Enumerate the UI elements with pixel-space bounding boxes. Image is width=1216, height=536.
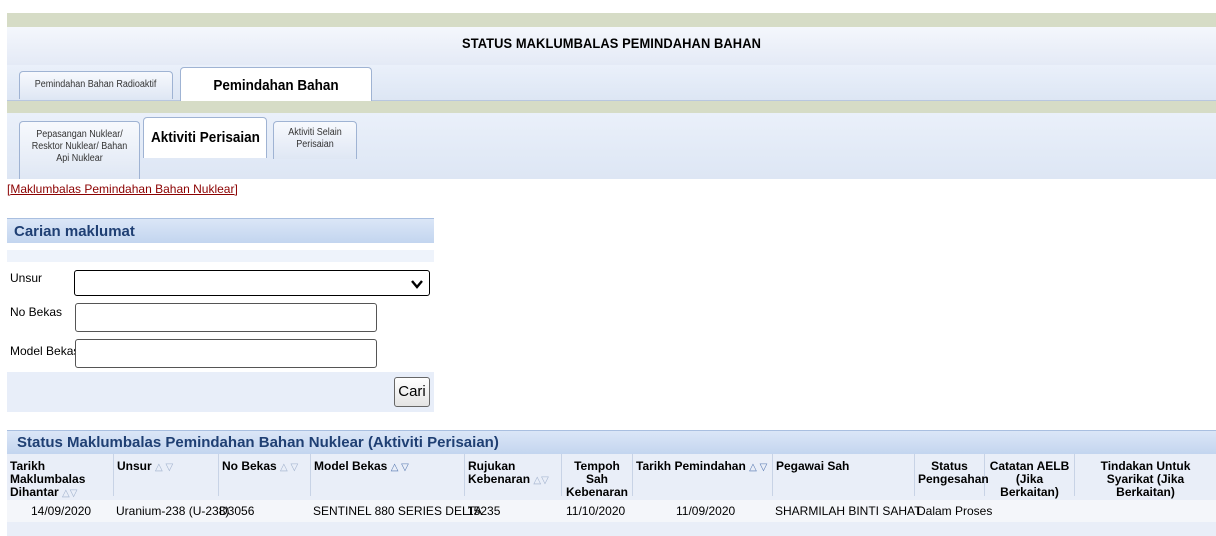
form-strip — [7, 250, 434, 262]
cell-rujukan-kebenaran: 15235 — [467, 504, 501, 518]
cell-tarikh-pemindahan: 11/09/2020 — [676, 504, 736, 518]
results-table-header: Tarikh Maklumbalas Dihantar △▽ Unsur △ ▽… — [7, 454, 1216, 504]
tab-aktiviti-selain-perisaian[interactable]: Aktiviti Selain Perisaian — [273, 121, 357, 159]
sort-arrows-icon: △ ▽ — [390, 462, 409, 473]
column-header-label: Catatan AELB (Jika Berkaitan) — [989, 459, 1070, 499]
column-header-label: No Bekas — [222, 459, 277, 473]
breadcrumb-close: ] — [234, 182, 238, 196]
column-header-label: Model Bekas — [314, 459, 388, 473]
cell-tempoh-sah: 11/10/2020 — [566, 504, 626, 518]
search-panel-title: Carian maklumat — [7, 218, 434, 243]
cell-unsur: Uranium-238 (U-238) — [116, 504, 230, 518]
sort-arrows-icon: △▽ — [62, 488, 78, 499]
sort-arrows-icon: △ ▽ — [749, 462, 768, 473]
column-header-tarikh-maklumbalas[interactable]: Tarikh Maklumbalas Dihantar △▽ — [7, 454, 114, 499]
tab-pemindahan-bahan-nuklear[interactable]: Pemindahan Bahan Nuklear — [180, 67, 372, 130]
column-header-pegawai-sah: Pegawai Sah — [773, 454, 915, 496]
column-header-no-bekas[interactable]: No Bekas △ ▽ — [219, 454, 311, 496]
cell-status-pengesahan: Dalam Proses — [917, 504, 993, 518]
column-header-catatan-aelb: Catatan AELB (Jika Berkaitan) — [985, 454, 1075, 499]
column-header-label: Status Pengesahan — [918, 459, 989, 486]
sort-arrows-icon: △ ▽ — [280, 462, 299, 473]
column-header-rujukan-kebenaran[interactable]: Rujukan Kebenaran △▽ — [465, 454, 562, 496]
breadcrumb-link[interactable]: Maklumbalas Pemindahan Bahan Nuklear — [10, 182, 234, 196]
cell-model-bekas: SENTINEL 880 SERIES DELTA — [313, 504, 483, 518]
column-header-label: Pegawai Sah — [776, 459, 850, 473]
column-header-tindakan-syarikat: Tindakan Untuk Syarikat (Jika Berkaitan) — [1075, 454, 1216, 499]
page-title: STATUS MAKLUMBALAS PEMINDAHAN BAHAN — [462, 35, 761, 51]
sort-arrows-icon: △▽ — [533, 475, 549, 486]
cell-pegawai-sah: SHARMILAH BINTI SAHAT — [775, 504, 922, 518]
tab-aktiviti-perisaian[interactable]: Aktiviti Perisaian — [143, 117, 267, 158]
title-band: STATUS MAKLUMBALAS PEMINDAHAN BAHAN — [7, 27, 1216, 65]
unsur-select[interactable] — [74, 270, 430, 296]
cell-no-bekas: D3056 — [219, 504, 255, 518]
column-header-label: Rujukan Kebenaran — [468, 459, 531, 486]
column-header-label: Tarikh Pemindahan — [636, 459, 746, 473]
tab-pemindahan-bahan-radioaktif[interactable]: Pemindahan Bahan Radioaktif — [19, 71, 173, 99]
no-bekas-input[interactable] — [75, 303, 377, 332]
tab-label: Pemindahan Bahan Radioaktif — [35, 79, 157, 90]
column-header-tempoh-sah: Tempoh Sah Kebenaran — [562, 454, 633, 499]
model-bekas-label: Model Bekas — [10, 344, 80, 358]
tab-label: Aktiviti Perisaian — [150, 129, 260, 146]
unsur-label: Unsur — [10, 271, 43, 285]
column-header-label: Unsur — [117, 459, 152, 473]
tab-label: Pepasangan Nuklear/ Resktor Nuklear/ Bah… — [31, 129, 128, 164]
tab-pepasangan-nuklear[interactable]: Pepasangan Nuklear/ Resktor Nuklear/ Bah… — [19, 121, 140, 179]
tab-separator — [7, 101, 1216, 113]
cell-tarikh-maklumbalas: 14/09/2020 — [31, 504, 92, 518]
cari-button[interactable]: Cari — [394, 377, 430, 407]
table-row[interactable]: 14/09/2020 Uranium-238 (U-238) D3056 SEN… — [7, 500, 1216, 522]
breadcrumb: [Maklumbalas Pemindahan Bahan Nuklear] — [7, 182, 238, 196]
tab-label: Aktiviti Selain Perisaian — [288, 127, 342, 150]
form-footer — [7, 372, 434, 412]
sort-arrows-icon: △ ▽ — [155, 462, 174, 473]
column-header-status-pengesahan: Status Pengesahan — [915, 454, 989, 496]
chevron-down-icon — [411, 276, 423, 292]
model-bekas-input[interactable] — [75, 339, 377, 368]
column-header-tarikh-pemindahan[interactable]: Tarikh Pemindahan △ ▽ — [633, 454, 773, 496]
column-header-unsur[interactable]: Unsur △ ▽ — [114, 454, 219, 496]
column-header-model-bekas[interactable]: Model Bekas △ ▽ — [311, 454, 465, 496]
results-panel-title: Status Maklumbalas Pemindahan Bahan Nukl… — [7, 430, 1216, 454]
column-header-label: Tindakan Untuk Syarikat (Jika Berkaitan) — [1100, 459, 1191, 499]
table-footer — [7, 522, 1216, 536]
no-bekas-label: No Bekas — [10, 305, 63, 319]
column-header-label: Tempoh Sah Kebenaran — [565, 459, 629, 499]
